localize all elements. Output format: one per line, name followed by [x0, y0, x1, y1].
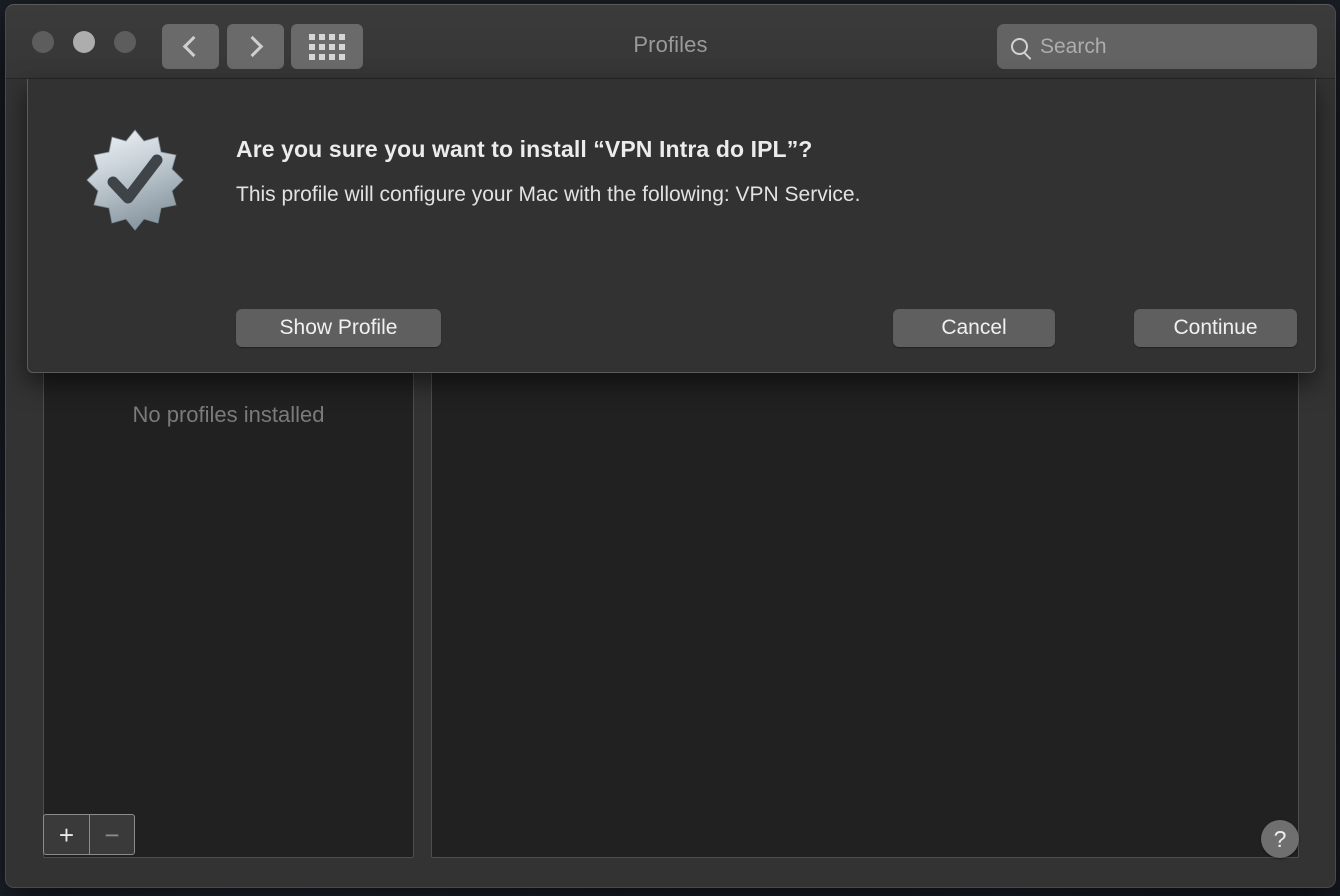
continue-button[interactable]: Continue — [1134, 309, 1297, 347]
help-button[interactable]: ? — [1261, 820, 1299, 858]
remove-profile-button[interactable]: − — [89, 815, 134, 854]
window-titlebar: Profiles Search — [6, 5, 1335, 79]
empty-state-label: No profiles installed — [132, 402, 325, 427]
show-profile-button[interactable]: Show Profile — [236, 309, 441, 347]
profile-badge-check-icon — [86, 129, 184, 231]
add-remove-segmented-control: + − — [43, 814, 135, 855]
search-icon — [1011, 38, 1028, 55]
search-placeholder: Search — [1040, 34, 1107, 58]
install-profile-sheet: Are you sure you want to install “VPN In… — [27, 79, 1316, 373]
preferences-content: No profiles installed + − ? Are you sure… — [6, 79, 1335, 887]
cancel-button[interactable]: Cancel — [893, 309, 1055, 347]
sheet-message: This profile will configure your Mac wit… — [236, 183, 861, 206]
sheet-title: Are you sure you want to install “VPN In… — [236, 136, 813, 162]
search-input[interactable]: Search — [997, 24, 1317, 69]
add-profile-button[interactable]: + — [44, 815, 89, 854]
system-preferences-window: Profiles Search No profiles installed + … — [5, 4, 1336, 888]
